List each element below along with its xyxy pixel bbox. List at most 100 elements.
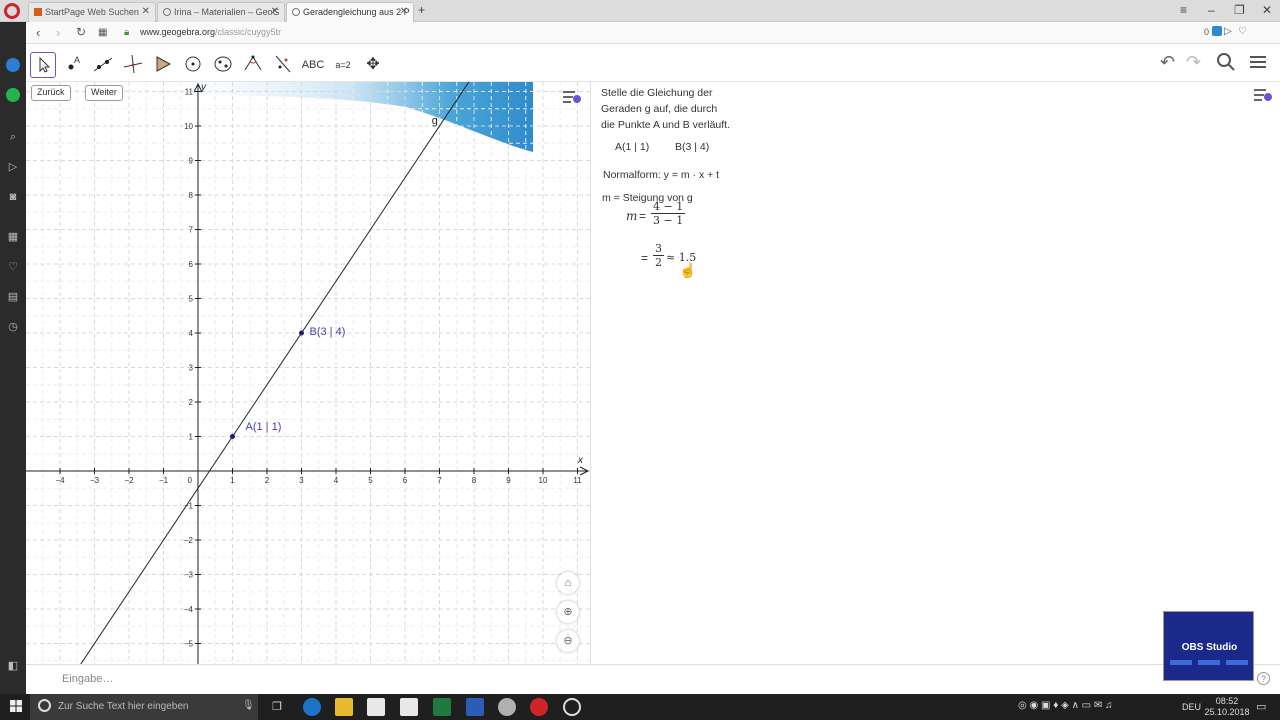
reflect-tool-icon[interactable]	[270, 52, 296, 78]
close-tab-icon[interactable]: ✕	[142, 6, 150, 17]
obs-button	[1198, 660, 1220, 665]
polygon-tool-icon[interactable]	[150, 52, 176, 78]
home-icon[interactable]: ⌂	[557, 572, 579, 594]
messenger-icon[interactable]	[6, 58, 20, 72]
y-tick-label: 10	[184, 122, 193, 131]
language-indicator[interactable]: DEU	[1182, 702, 1201, 712]
back-icon[interactable]: ‹	[36, 25, 40, 40]
windows-start-icon[interactable]	[10, 700, 22, 712]
x-tick-label: 6	[403, 476, 408, 485]
y-tick-label: 9	[189, 157, 194, 166]
history-icon[interactable]: ◷	[6, 320, 20, 334]
circle-tool-icon[interactable]	[180, 52, 206, 78]
graphics-style-bar-icon[interactable]	[562, 88, 586, 110]
heart-icon[interactable]: ♡	[1238, 26, 1247, 37]
point-b-label: B(3 | 4)	[309, 326, 346, 338]
undo-icon[interactable]: ↶	[1160, 52, 1175, 73]
point-a[interactable]	[230, 434, 235, 439]
move-tool-icon[interactable]	[30, 52, 56, 78]
y-tick-label: 4	[189, 329, 194, 338]
input-bar[interactable]: Eingabe… ?	[26, 664, 1280, 694]
clock-date[interactable]: 25.10.2018	[1204, 707, 1250, 717]
back-button[interactable]: Zurück	[31, 85, 71, 101]
obs-icon[interactable]	[563, 698, 581, 716]
normal-form: Normalform: y = m · x + t	[603, 169, 720, 181]
line-g[interactable]	[72, 82, 477, 664]
given-point-a: A(1 | 1)	[615, 141, 650, 153]
camera-icon[interactable]: ◙	[6, 190, 20, 204]
x-tick-label: 2	[265, 476, 270, 485]
extension-icon[interactable]	[1212, 26, 1222, 36]
lock-icon: 🔒︎	[124, 27, 130, 38]
perpendicular-tool-icon[interactable]	[120, 52, 146, 78]
excel-icon[interactable]	[433, 698, 451, 716]
tray-icons[interactable]: ◎ ◉ ▣ ♦ ◈ ∧ ▭ ✉ ♫	[1018, 700, 1113, 711]
point-b[interactable]	[299, 330, 304, 336]
close-window-icon[interactable]: ✕	[1262, 3, 1272, 17]
x-tick-label: 7	[437, 476, 442, 485]
zoom-out-icon[interactable]: ⊖	[557, 630, 579, 652]
file-explorer-icon[interactable]	[335, 698, 353, 716]
new-tab-icon[interactable]: +	[418, 3, 425, 17]
help-icon[interactable]: ?	[1257, 672, 1270, 685]
text-tool[interactable]: ABC	[300, 52, 326, 78]
reload-icon[interactable]: ↻	[76, 25, 86, 39]
store-icon[interactable]	[367, 698, 385, 716]
opera-icon[interactable]	[530, 698, 548, 716]
speed-dial-icon[interactable]: ▦	[98, 27, 107, 38]
next-button[interactable]: Weiter	[85, 85, 123, 101]
task-text-line1: Stelle die Gleichung der	[601, 87, 713, 99]
main-menu-icon[interactable]	[1248, 52, 1268, 77]
play-icon[interactable]: ▷	[1224, 26, 1232, 37]
send-icon[interactable]: ▷	[6, 160, 20, 174]
coordinate-system[interactable]: −4 −3 −2 −1 1 2 3 4 5 6 7 8 9 10 111110987654321−1−2−3…	[26, 82, 590, 664]
zoom-in-icon[interactable]: ⊕	[557, 601, 579, 623]
edge-icon[interactable]	[303, 698, 321, 716]
algebra-style-bar-icon[interactable]	[1253, 86, 1277, 108]
obs-preview-thumbnail[interactable]: OBS Studio	[1163, 611, 1254, 681]
slider-tool[interactable]: a=2	[330, 52, 356, 78]
line-tool-icon[interactable]	[90, 52, 116, 78]
news-icon[interactable]: ▤	[6, 290, 20, 304]
forward-icon[interactable]: ›	[56, 25, 60, 40]
app-icon[interactable]	[498, 698, 516, 716]
clock-time[interactable]: 08:52	[1208, 696, 1246, 706]
task-text-line3: die Punkte A und B verläuft.	[601, 119, 731, 131]
input-field[interactable]: Eingabe…	[62, 673, 113, 685]
y-tick-label: −2	[184, 536, 194, 545]
tab-menu-icon[interactable]: ≡	[1180, 3, 1187, 17]
search-icon[interactable]: ⌕	[6, 130, 20, 144]
maximize-icon[interactable]: ❐	[1234, 3, 1245, 17]
minimize-icon[interactable]: –	[1208, 3, 1215, 17]
speed-dial-icon[interactable]: ▦	[6, 230, 20, 244]
url-field[interactable]: www.geogebra.org/classic/cuygy5tr	[140, 27, 281, 37]
tab-startpage[interactable]: StartPage Web Suchen ✕	[28, 2, 156, 22]
close-tab-icon[interactable]: ✕	[400, 6, 408, 17]
redo-icon[interactable]: ↷	[1186, 52, 1201, 73]
notifications-icon[interactable]: ▭	[1256, 700, 1266, 713]
algebra-panel: Stelle die Gleichung der Geraden g auf, …	[590, 82, 1280, 664]
mail-icon[interactable]	[400, 698, 418, 716]
word-icon[interactable]	[466, 698, 484, 716]
fraction-result: 3 2	[653, 242, 664, 269]
opera-logo-icon[interactable]	[4, 3, 20, 19]
y-tick-label: 1	[189, 433, 194, 442]
tab-materialien[interactable]: Irina – Materialien – GeoG ✕	[157, 2, 285, 22]
move-view-tool-icon[interactable]: ✥	[360, 52, 386, 78]
microphone-icon[interactable]: 🎙︎	[242, 700, 255, 711]
graphics-view[interactable]: −4 −3 −2 −1 1 2 3 4 5 6 7 8 9 10 11 11 10 9 8 7 6 5 4 3 2 1 −1 −2 −3…	[26, 82, 590, 664]
search-icon[interactable]	[1216, 52, 1236, 77]
tab-geradengleichung[interactable]: Geradengleichung aus 2 P ✕	[286, 2, 414, 22]
y-tick-label: 5	[189, 295, 194, 304]
x-tick-label: 3	[299, 476, 304, 485]
task-view-icon[interactable]: ❐	[272, 700, 282, 713]
close-tab-icon[interactable]: ✕	[271, 6, 279, 17]
sidebar-toggle-icon[interactable]: ◧	[6, 659, 20, 673]
heart-icon[interactable]: ♡	[6, 260, 20, 274]
ellipse-tool-icon[interactable]	[210, 52, 236, 78]
angle-tool-icon[interactable]	[240, 52, 266, 78]
taskbar-search-input[interactable]: Zur Suche Text hier eingeben 🎙︎	[30, 694, 258, 720]
whatsapp-icon[interactable]	[6, 88, 20, 102]
hand-cursor-icon: ☝	[679, 262, 697, 278]
point-tool-icon[interactable]: A	[60, 52, 86, 78]
